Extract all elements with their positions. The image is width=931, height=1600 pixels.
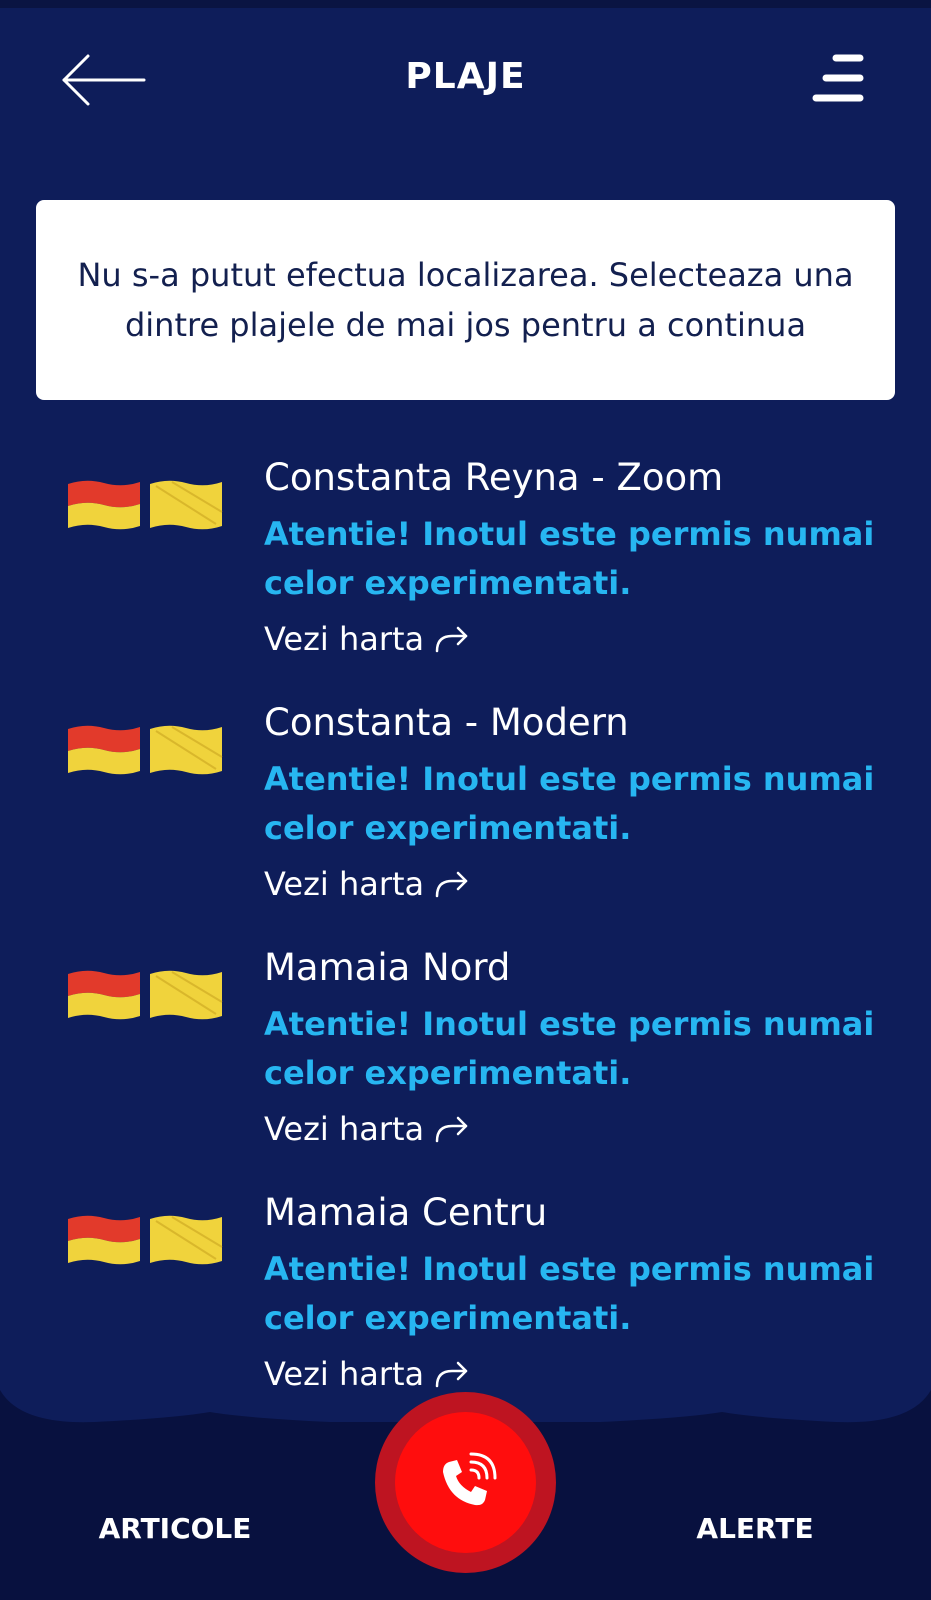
page-title: PLAJE: [405, 56, 526, 97]
nav-alerte[interactable]: ALERTE: [640, 1512, 870, 1545]
nav-articole[interactable]: ARTICOLE: [60, 1512, 290, 1545]
beach-name: Constanta Reyna - Zoom: [264, 456, 724, 499]
view-map-label: Vezi harta: [264, 865, 425, 903]
beach-warning: Atentie! Inotul este permis numai celor …: [264, 1250, 875, 1337]
status-strip: [0, 0, 931, 8]
beach-name: Mamaia Centru: [264, 1191, 548, 1234]
view-map-label: Vezi harta: [264, 620, 425, 658]
share-arrow-icon: [435, 871, 468, 898]
phone-call-icon: [442, 1452, 496, 1505]
view-map-link[interactable]: Vezi harta: [264, 616, 470, 662]
beach-warning: Atentie! Inotul este permis numai celor …: [264, 760, 875, 847]
beach-flags: [66, 478, 226, 532]
app-screen: PLAJE Nu s-a putut efectua localizarea. …: [0, 0, 931, 1600]
share-arrow-icon: [435, 626, 468, 653]
share-arrow-icon: [435, 1361, 468, 1388]
flag-red-yellow-icon: [68, 970, 223, 1020]
emergency-call-button[interactable]: [375, 1392, 556, 1573]
beach-item-constanta-reyna-zoom[interactable]: Constanta Reyna - Zoom Atentie! Inotul e…: [0, 440, 931, 680]
flag-red-yellow-icon: [68, 725, 223, 775]
beach-name: Mamaia Nord: [264, 946, 511, 989]
emergency-call-inner: [395, 1412, 536, 1553]
beach-name: Constanta - Modern: [264, 701, 629, 744]
view-map-label: Vezi harta: [264, 1110, 425, 1148]
beach-item-mamaia-nord[interactable]: Mamaia Nord Atentie! Inotul este permis …: [0, 930, 931, 1170]
flag-red-yellow-icon: [68, 480, 223, 530]
beach-warning: Atentie! Inotul este permis numai celor …: [264, 515, 875, 602]
beach-item-mamaia-centru[interactable]: Mamaia Centru Atentie! Inotul este permi…: [0, 1175, 931, 1415]
beach-item-constanta-modern[interactable]: Constanta - Modern Atentie! Inotul este …: [0, 685, 931, 925]
flag-red-yellow-icon: [68, 1215, 223, 1265]
view-map-label: Vezi harta: [264, 1355, 425, 1393]
view-map-link[interactable]: Vezi harta: [264, 1106, 470, 1152]
hamburger-menu-icon: [812, 54, 864, 102]
beach-flags: [66, 968, 226, 1022]
location-notice-text: Nu s-a putut efectua localizarea. Select…: [77, 256, 854, 344]
beach-flags: [66, 1213, 226, 1267]
share-arrow-icon: [435, 1116, 468, 1143]
menu-button[interactable]: [812, 48, 876, 112]
view-map-link[interactable]: Vezi harta: [264, 861, 470, 907]
beach-warning: Atentie! Inotul este permis numai celor …: [264, 1005, 875, 1092]
location-notice-card: Nu s-a putut efectua localizarea. Select…: [36, 200, 895, 400]
beach-flags: [66, 723, 226, 777]
